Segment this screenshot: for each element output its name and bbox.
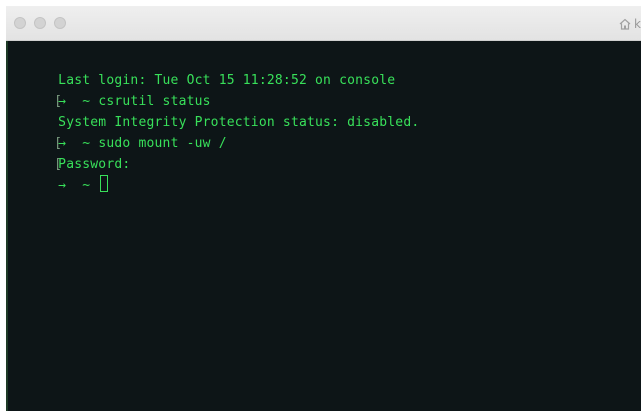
- terminal-output[interactable]: Last login: Tue Oct 15 11:28:52 on conso…: [6, 41, 641, 411]
- terminal-line: [→ ~ csrutil status: [6, 70, 641, 109]
- terminal-left-edge: [6, 41, 8, 411]
- prompt-arrow-icon: →: [58, 178, 67, 193]
- current-prompt-line[interactable]: → ~: [6, 154, 641, 193]
- terminal-line: System Integrity Protection status: disa…: [6, 91, 641, 130]
- window-title-text: k: [634, 17, 641, 31]
- minimize-window-button[interactable]: [34, 17, 46, 29]
- home-icon: [618, 17, 632, 31]
- window-title: k: [618, 16, 641, 32]
- zoom-window-button[interactable]: [54, 17, 66, 29]
- terminal-line: Last login: Tue Oct 15 11:28:52 on conso…: [6, 49, 641, 88]
- close-window-button[interactable]: [14, 17, 26, 29]
- terminal-line: [Password:: [6, 133, 641, 172]
- text-cursor: [100, 175, 109, 192]
- terminal-window: k Last login: Tue Oct 15 11:28:52 on con…: [6, 6, 641, 411]
- terminal-line: [→ ~ sudo mount -uw /: [6, 112, 641, 151]
- title-bar[interactable]: k: [6, 6, 641, 41]
